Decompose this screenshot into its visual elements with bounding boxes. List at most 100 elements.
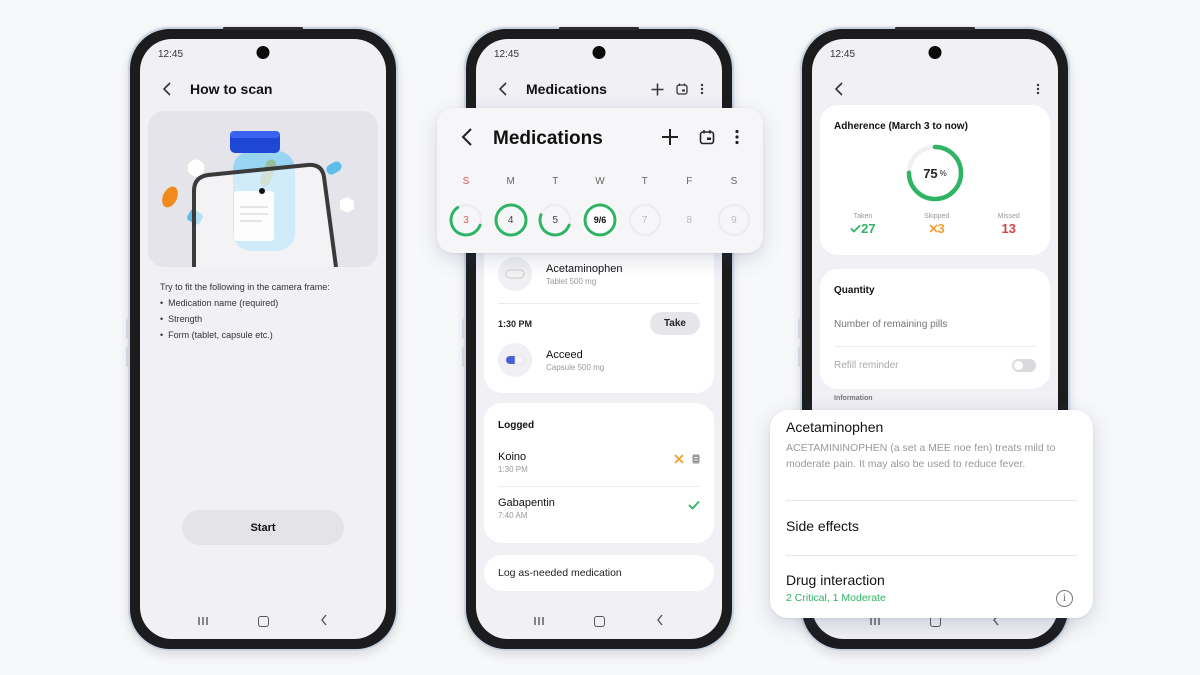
- orange-pill-shape: [162, 186, 178, 208]
- volume-button: [798, 319, 801, 339]
- white-pill-shape: [186, 158, 206, 178]
- stat-value: 27: [861, 221, 876, 236]
- note-icon[interactable]: [692, 451, 700, 469]
- day-letter: W: [595, 176, 605, 187]
- front-camera: [928, 46, 942, 59]
- day-progress-ring[interactable]: 3: [448, 202, 484, 238]
- status-time: 12:45: [494, 49, 520, 60]
- home-icon[interactable]: [257, 615, 269, 627]
- day-progress-ring[interactable]: 4: [493, 202, 529, 238]
- system-nav-bar: [140, 611, 386, 631]
- day-number: 3: [463, 214, 469, 226]
- day-letter: M: [506, 176, 515, 187]
- back-icon[interactable]: [650, 614, 670, 629]
- instructions-list: Medication name (required) Strength Form…: [160, 295, 368, 343]
- logged-time: 1:30 PM: [498, 465, 528, 474]
- instruction-item: Medication name (required): [160, 295, 368, 311]
- scheduled-meds-card: Acetaminophen Tablet 500 mg 1:30 PM Take…: [484, 235, 714, 393]
- info-icon[interactable]: i: [1056, 590, 1073, 607]
- stat-label: Missed: [997, 213, 1020, 220]
- stat-skipped: Skipped 3: [924, 213, 949, 236]
- divider: [834, 346, 1036, 347]
- phone-how-to-scan: 12:45 How to scan Try to fit the followi…: [126, 27, 398, 651]
- day-progress-ring[interactable]: 7: [627, 202, 663, 238]
- day-progress-ring[interactable]: 8: [671, 202, 707, 238]
- check-icon: [688, 497, 700, 515]
- more-vert-icon[interactable]: [1036, 83, 1040, 95]
- day-number: 8: [686, 214, 693, 226]
- more-vert-icon[interactable]: [700, 83, 704, 95]
- page-title: How to scan: [190, 81, 273, 97]
- med-detail: Tablet 500 mg: [546, 276, 597, 286]
- day-progress-ring[interactable]: 9: [716, 202, 752, 238]
- day-letter: T: [641, 176, 648, 187]
- app-bar: [812, 77, 1058, 101]
- logged-item[interactable]: Koino 1:30 PM: [484, 451, 714, 474]
- system-nav-bar: [476, 611, 722, 631]
- floating-title: Medications: [493, 128, 603, 149]
- med-name: Acetaminophen: [546, 262, 623, 275]
- day-column[interactable]: M4: [492, 176, 530, 238]
- med-name: Acceed: [546, 348, 583, 361]
- stat-label: Skipped: [923, 213, 950, 220]
- hinge: [223, 27, 303, 30]
- day-column[interactable]: W 9/6: [581, 176, 619, 238]
- remaining-pills-input[interactable]: [834, 319, 1036, 330]
- logged-title: Logged: [498, 420, 535, 431]
- day-column[interactable]: T5: [536, 176, 574, 238]
- adherence-card: Adherence (March 3 to now) 75 % Taken 27: [820, 105, 1050, 255]
- drug-interaction-summary: 2 Critical, 1 Moderate: [786, 592, 886, 604]
- day-column[interactable]: S9: [715, 176, 753, 238]
- side-effects-link[interactable]: Side effects: [786, 518, 859, 534]
- stat-value: 13: [1001, 221, 1016, 236]
- calendar-icon[interactable]: [676, 83, 688, 95]
- adherence-stats: Taken 27 Skipped 3 Missed 13: [820, 213, 1050, 236]
- logged-item[interactable]: Gabapentin 7:40 AM: [484, 497, 714, 520]
- recents-icon[interactable]: [529, 614, 549, 629]
- log-as-needed-label: Log as-needed medication: [498, 567, 622, 579]
- log-as-needed-button[interactable]: Log as-needed medication: [484, 555, 714, 591]
- power-button: [462, 347, 465, 367]
- information-section-label: Information: [834, 395, 873, 402]
- take-button[interactable]: Take: [649, 312, 700, 335]
- status-time: 12:45: [158, 49, 184, 60]
- plus-icon[interactable]: [651, 83, 664, 96]
- scan-illustration: [148, 111, 378, 267]
- app-bar: How to scan: [140, 77, 386, 101]
- back-icon[interactable]: [314, 614, 334, 629]
- volume-button: [462, 319, 465, 339]
- floating-app-bar: Medications: [461, 126, 739, 152]
- logged-card: Logged Koino 1:30 PM Gabapentin 7:40 AM: [484, 403, 714, 543]
- hinge: [895, 27, 975, 30]
- more-vert-icon[interactable]: [735, 129, 739, 150]
- med-item[interactable]: Acceed Capsule 500 mg: [484, 343, 714, 377]
- calendar-icon[interactable]: [699, 129, 715, 150]
- instructions-intro: Try to fit the following in the camera f…: [160, 282, 330, 292]
- front-camera: [256, 46, 270, 59]
- x-icon: [928, 221, 938, 236]
- quantity-title: Quantity: [834, 285, 875, 296]
- med-detail: Capsule 500 mg: [546, 362, 605, 372]
- time-slot-row: 1:30 PM Take: [484, 312, 714, 335]
- chevron-left-icon[interactable]: [461, 127, 473, 151]
- x-icon: [674, 451, 684, 469]
- refill-toggle[interactable]: [1012, 359, 1036, 372]
- recents-icon[interactable]: [193, 614, 213, 629]
- day-column[interactable]: S3: [447, 176, 485, 238]
- plus-icon[interactable]: [661, 128, 679, 151]
- start-button[interactable]: Start: [182, 510, 344, 545]
- app-bar: Medications: [476, 77, 722, 101]
- drug-interaction-link[interactable]: Drug interaction: [786, 572, 885, 588]
- day-column[interactable]: F8: [670, 176, 708, 238]
- hexagon-pill-shape: [340, 197, 354, 213]
- home-icon[interactable]: [593, 615, 605, 627]
- power-button: [798, 347, 801, 367]
- percent-sign: %: [939, 168, 947, 178]
- chevron-left-icon[interactable]: [830, 80, 848, 98]
- day-progress-ring[interactable]: 9/6: [581, 202, 618, 238]
- page-title: Medications: [526, 81, 607, 97]
- chevron-left-icon[interactable]: [494, 80, 512, 98]
- day-progress-ring[interactable]: 5: [537, 202, 573, 238]
- chevron-left-icon[interactable]: [158, 80, 176, 98]
- day-column[interactable]: T7: [626, 176, 664, 238]
